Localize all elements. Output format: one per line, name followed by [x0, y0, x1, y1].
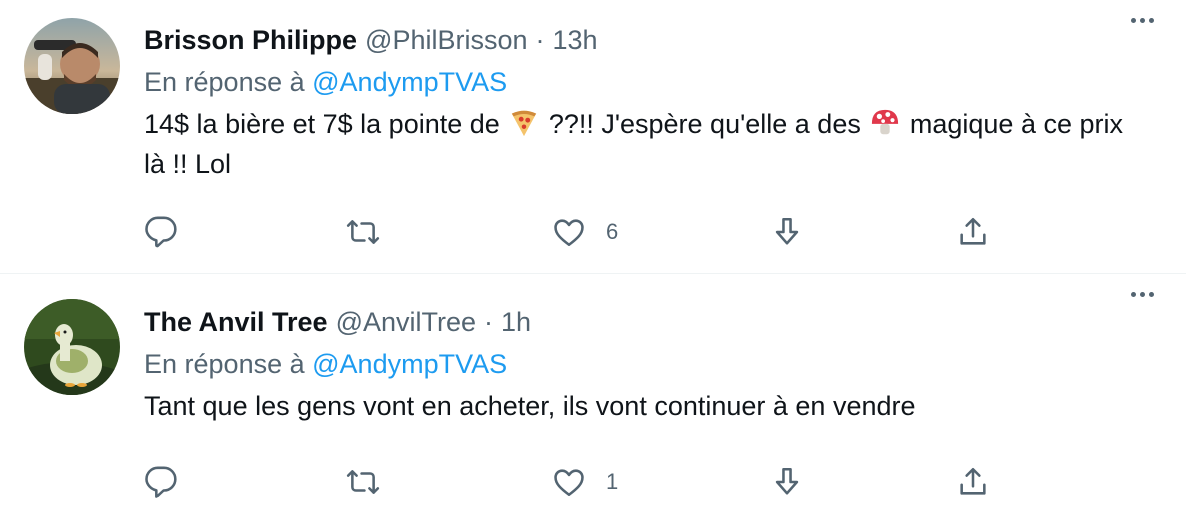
retweet-icon	[346, 470, 380, 494]
avatar-photo-icon	[24, 18, 120, 114]
reply-button[interactable]	[144, 212, 178, 252]
pizza-emoji-icon	[512, 110, 537, 137]
download-icon	[775, 217, 799, 245]
like-count: 1	[606, 469, 619, 494]
user-handle[interactable]: @AnvilTree	[336, 307, 476, 338]
tweet[interactable]: Brisson Philippe @PhilBrisson · 13h En r…	[0, 0, 1186, 273]
tweet-header: Brisson Philippe @PhilBrisson · 13h	[144, 20, 1166, 60]
retweet-icon	[346, 220, 380, 244]
more-icon-dot	[1148, 291, 1154, 297]
reply-button[interactable]	[144, 462, 178, 502]
share-icon	[960, 217, 986, 245]
tweet-content: The Anvil Tree @AnvilTree · 1h En répons…	[144, 302, 1166, 426]
share-button[interactable]	[956, 462, 990, 502]
reply-context: En réponse à @AndympTVAS	[144, 60, 1166, 104]
tweet-text-part: 14$ la bière et 7$ la pointe de	[144, 109, 500, 139]
mushroom-emoji-icon	[872, 109, 899, 135]
download-icon	[775, 467, 799, 495]
like-button[interactable]: 6	[552, 212, 618, 252]
share-icon	[960, 467, 986, 495]
display-name[interactable]: The Anvil Tree	[144, 307, 328, 338]
reply-mention-link[interactable]: @AndympTVAS	[312, 67, 507, 97]
reply-prefix: En réponse à	[144, 67, 305, 97]
separator-dot: ·	[484, 306, 494, 337]
more-options-button[interactable]	[1122, 8, 1162, 32]
download-button[interactable]	[770, 212, 804, 252]
download-button[interactable]	[770, 462, 804, 502]
tweet[interactable]: The Anvil Tree @AnvilTree · 1h En répons…	[0, 274, 1186, 512]
more-icon	[1130, 291, 1136, 297]
reply-icon	[145, 466, 177, 498]
more-icon-dot	[1148, 17, 1154, 23]
avatar[interactable]	[24, 299, 120, 395]
like-button[interactable]: 1	[552, 462, 618, 502]
timestamp[interactable]: 13h	[553, 25, 598, 56]
tweet-text: Tant que les gens vont en acheter, ils v…	[144, 391, 916, 421]
reply-prefix: En réponse à	[144, 349, 305, 379]
user-handle[interactable]: @PhilBrisson	[365, 25, 527, 56]
more-icon-dot	[1139, 291, 1145, 297]
tweet-content: Brisson Philippe @PhilBrisson · 13h En r…	[144, 20, 1166, 184]
more-icon	[1130, 17, 1136, 23]
retweet-button[interactable]	[346, 462, 380, 502]
avatar[interactable]	[24, 18, 120, 114]
reply-icon	[145, 216, 177, 248]
tweet-actions: 6	[144, 212, 1004, 252]
timestamp[interactable]: 1h	[501, 307, 531, 338]
like-icon	[554, 219, 584, 247]
like-count: 6	[606, 219, 619, 244]
reply-thread: Brisson Philippe @PhilBrisson · 13h En r…	[0, 0, 1186, 512]
duck-avatar-photo-icon	[24, 299, 120, 395]
display-name[interactable]: Brisson Philippe	[144, 25, 357, 56]
tweet-text: 14$ la bière et 7$ la pointe de ??!! J'e…	[144, 104, 1144, 184]
like-icon	[554, 469, 584, 497]
separator-dot: ·	[535, 24, 545, 55]
share-button[interactable]	[956, 212, 990, 252]
more-options-button[interactable]	[1122, 282, 1162, 306]
reply-mention-link[interactable]: @AndympTVAS	[312, 349, 507, 379]
tweet-text-part: ??!! J'espère qu'elle a des	[548, 109, 861, 139]
tweet-header: The Anvil Tree @AnvilTree · 1h	[144, 302, 1166, 342]
retweet-button[interactable]	[346, 212, 380, 252]
reply-context: En réponse à @AndympTVAS	[144, 342, 1166, 386]
tweet-actions: 1	[144, 462, 1004, 502]
more-icon-dot	[1139, 17, 1145, 23]
